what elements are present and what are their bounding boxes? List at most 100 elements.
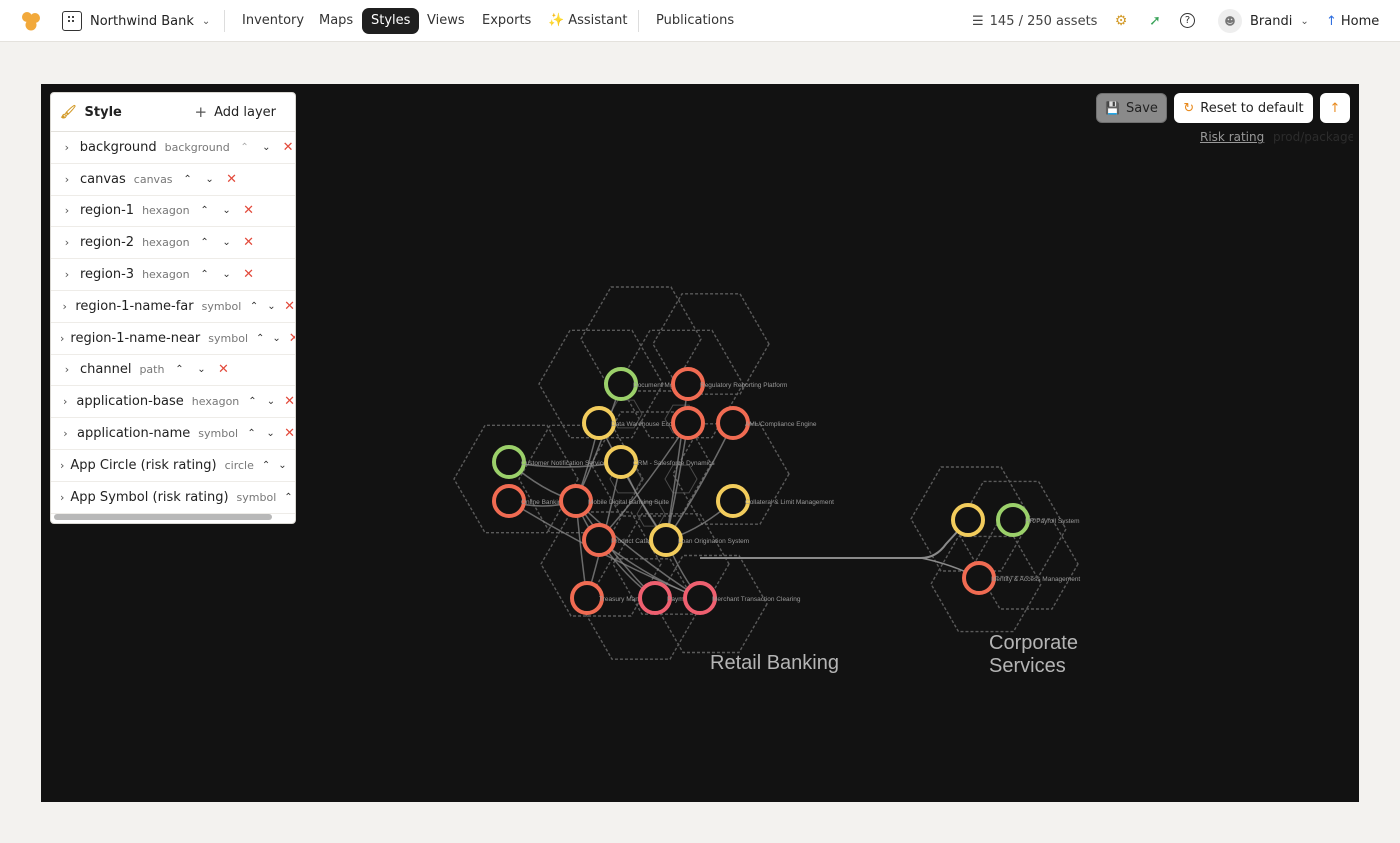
app-risk-circle[interactable] bbox=[604, 367, 638, 401]
user-menu[interactable]: ☻ Brandi ⌄ bbox=[1218, 8, 1309, 34]
delete-layer-icon[interactable]: ✕ bbox=[242, 267, 256, 282]
layer-row[interactable]: › App Circle (risk rating) circle ⌃ ⌄ ✕ bbox=[51, 450, 295, 482]
layer-row[interactable]: › region-3 hexagon ⌃ ⌄ ✕ bbox=[51, 259, 295, 291]
delete-layer-icon[interactable]: ✕ bbox=[225, 172, 239, 187]
nav-maps[interactable]: Maps bbox=[312, 8, 360, 34]
app-risk-circle[interactable] bbox=[582, 523, 616, 557]
nav-publications[interactable]: Publications bbox=[649, 8, 741, 34]
nav-styles[interactable]: Styles bbox=[362, 8, 420, 34]
layer-row[interactable]: › application-name symbol ⌃ ⌄ ✕ bbox=[51, 418, 295, 450]
move-up-icon[interactable]: ⌃ bbox=[238, 142, 252, 153]
layer-row[interactable]: › region-2 hexagon ⌃ ⌄ ✕ bbox=[51, 227, 295, 260]
layer-name: canvas bbox=[80, 171, 126, 187]
layer-row[interactable]: › region-1-name-near symbol ⌃ ⌄ ✕ bbox=[51, 323, 295, 355]
reset-to-default-button[interactable]: ↻ Reset to default bbox=[1174, 93, 1313, 123]
move-up-icon[interactable]: ⌃ bbox=[198, 269, 212, 280]
layer-row[interactable]: ›App Symbol (risk rating)symbol⌃⌄✕ bbox=[51, 482, 295, 514]
chevron-right-icon[interactable]: › bbox=[60, 459, 64, 472]
app-risk-circle[interactable] bbox=[716, 406, 750, 440]
home-link[interactable]: ↑ Home bbox=[1326, 8, 1379, 34]
chevron-right-icon[interactable]: › bbox=[60, 173, 74, 186]
move-up-icon[interactable]: ⌃ bbox=[262, 460, 270, 471]
move-down-icon[interactable]: ⌄ bbox=[203, 174, 217, 185]
move-up-icon[interactable]: ⌃ bbox=[247, 396, 257, 407]
nav-assistant[interactable]: ✨ Assistant bbox=[541, 8, 634, 34]
move-down-icon[interactable]: ⌄ bbox=[220, 269, 234, 280]
app-risk-circle[interactable] bbox=[582, 406, 616, 440]
rocket-icon[interactable]: ➚ bbox=[1146, 12, 1164, 30]
move-down-icon[interactable]: ⌄ bbox=[265, 428, 276, 439]
app-logo-icon[interactable] bbox=[20, 10, 42, 32]
app-risk-circle[interactable] bbox=[671, 406, 705, 440]
app-risk-circle[interactable] bbox=[951, 503, 985, 537]
add-layer-button[interactable]: + Add layer bbox=[195, 103, 287, 121]
move-up-icon[interactable]: ⌃ bbox=[284, 492, 292, 503]
move-up-icon[interactable]: ⌃ bbox=[198, 237, 212, 248]
layer-row[interactable]: › region-1-name-far symbol ⌃ ⌄ ✕ bbox=[51, 291, 295, 323]
move-down-icon[interactable]: ⌄ bbox=[220, 237, 234, 248]
collapse-up-button[interactable]: ↑ bbox=[1320, 93, 1350, 123]
app-risk-circle[interactable] bbox=[492, 445, 526, 479]
delete-layer-icon[interactable]: ✕ bbox=[242, 203, 256, 218]
app-risk-circle[interactable] bbox=[649, 523, 683, 557]
app-risk-circle[interactable] bbox=[570, 581, 604, 615]
legend-risk-rating[interactable]: Risk rating bbox=[1200, 130, 1264, 144]
move-down-icon[interactable]: ⌄ bbox=[278, 460, 286, 471]
app-risk-circle[interactable] bbox=[671, 367, 705, 401]
settings-gear-icon[interactable]: ⚙ bbox=[1112, 12, 1130, 30]
chevron-right-icon[interactable]: › bbox=[60, 300, 69, 313]
move-up-icon[interactable]: ⌃ bbox=[249, 301, 258, 312]
layer-row[interactable]: › application-base hexagon ⌃ ⌄ ✕ bbox=[51, 386, 295, 419]
move-down-icon[interactable]: ⌄ bbox=[272, 333, 280, 344]
panel-horizontal-scrollbar[interactable] bbox=[54, 514, 272, 520]
delete-layer-icon[interactable]: ✕ bbox=[284, 299, 295, 314]
move-up-icon[interactable]: ⌃ bbox=[181, 174, 195, 185]
org-switcher[interactable]: Northwind Bank ⌄ bbox=[62, 9, 210, 33]
chevron-right-icon[interactable]: › bbox=[60, 268, 74, 281]
app-risk-circle[interactable] bbox=[962, 561, 996, 595]
chevron-right-icon[interactable]: › bbox=[60, 427, 71, 440]
layer-row[interactable]: › background background ⌃ ⌄ ✕ bbox=[51, 132, 295, 164]
move-up-icon[interactable]: ⌃ bbox=[172, 364, 186, 375]
region-label-line: Corporate bbox=[989, 632, 1078, 654]
move-down-icon[interactable]: ⌄ bbox=[266, 396, 276, 407]
move-down-icon[interactable]: ⌄ bbox=[267, 301, 276, 312]
app-risk-circle[interactable] bbox=[996, 503, 1030, 537]
delete-layer-icon[interactable]: ✕ bbox=[281, 140, 295, 155]
app-risk-circle[interactable] bbox=[638, 581, 672, 615]
app-risk-circle[interactable] bbox=[604, 445, 638, 479]
delete-layer-icon[interactable]: ✕ bbox=[216, 362, 230, 377]
nav-views[interactable]: Views bbox=[420, 8, 472, 34]
delete-layer-icon[interactable]: ✕ bbox=[284, 394, 295, 409]
delete-layer-icon[interactable]: ✕ bbox=[284, 426, 295, 441]
move-up-icon[interactable]: ⌃ bbox=[246, 428, 257, 439]
move-up-icon[interactable]: ⌃ bbox=[198, 205, 212, 216]
app-label: Collateral & Limit Management bbox=[745, 499, 834, 506]
move-down-icon[interactable]: ⌄ bbox=[220, 205, 234, 216]
chevron-right-icon[interactable]: › bbox=[60, 491, 64, 504]
move-down-icon[interactable]: ⌄ bbox=[259, 142, 273, 153]
app-risk-circle[interactable] bbox=[559, 484, 593, 518]
help-icon[interactable]: ? bbox=[1180, 13, 1195, 28]
app-risk-circle[interactable] bbox=[716, 484, 750, 518]
nav-inventory[interactable]: Inventory bbox=[235, 8, 311, 34]
app-risk-circle[interactable] bbox=[683, 581, 717, 615]
nav-exports[interactable]: Exports bbox=[475, 8, 538, 34]
chevron-right-icon[interactable]: › bbox=[60, 141, 74, 154]
chevron-right-icon[interactable]: › bbox=[60, 395, 70, 408]
layer-row[interactable]: › canvas canvas ⌃ ⌄ ✕ bbox=[51, 164, 295, 196]
move-up-icon[interactable]: ⌃ bbox=[256, 333, 264, 344]
delete-layer-icon[interactable]: ✕ bbox=[242, 235, 256, 250]
chevron-right-icon[interactable]: › bbox=[60, 236, 74, 249]
chevron-right-icon[interactable]: › bbox=[60, 204, 74, 217]
delete-layer-icon[interactable]: ✕ bbox=[289, 331, 295, 346]
layer-row[interactable]: › region-1 hexagon ⌃ ⌄ ✕ bbox=[51, 196, 295, 228]
delete-layer-icon[interactable]: ✕ bbox=[295, 458, 296, 473]
app-risk-circle[interactable] bbox=[492, 484, 526, 518]
layer-row[interactable]: › channel path ⌃ ⌄ ✕ bbox=[51, 355, 295, 387]
move-down-icon[interactable]: ⌄ bbox=[194, 364, 208, 375]
chevron-right-icon[interactable]: › bbox=[60, 332, 64, 345]
plus-icon: + bbox=[194, 103, 208, 121]
save-button[interactable]: 💾 Save bbox=[1096, 93, 1167, 123]
chevron-right-icon[interactable]: › bbox=[60, 363, 74, 376]
